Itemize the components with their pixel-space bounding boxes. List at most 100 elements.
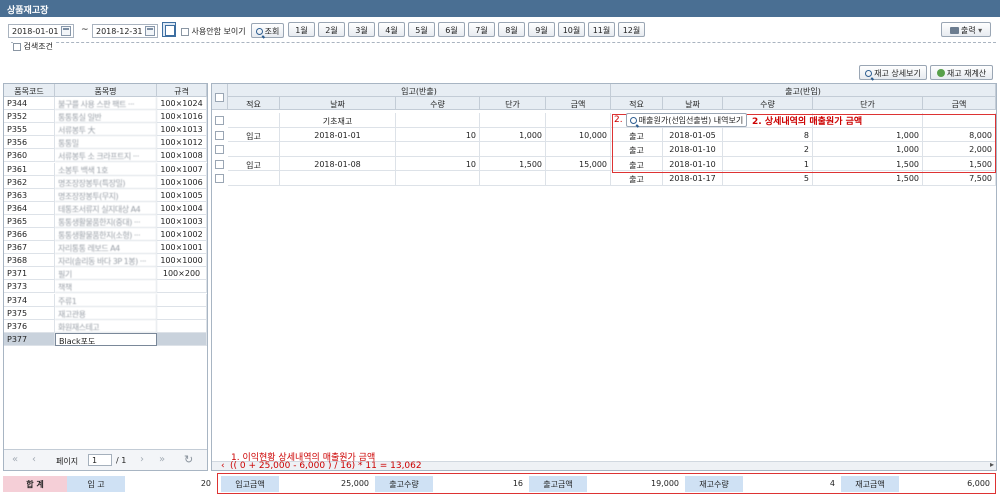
in-cell[interactable] (480, 171, 546, 186)
in-cell[interactable]: 10 (396, 127, 480, 142)
month-button-6[interactable]: 6월 (438, 22, 465, 37)
product-code-cell[interactable]: P371 (4, 267, 55, 281)
product-name-cell[interactable]: 불구를 사용 스판 팩트 ··· (55, 97, 157, 111)
stock-recalc-button[interactable]: 재고 재계산 (930, 65, 993, 80)
month-button-12[interactable]: 12월 (618, 22, 645, 37)
out-col-header[interactable]: 수량 (723, 97, 813, 110)
out-col-header[interactable]: 날짜 (663, 97, 723, 110)
calendar-icon[interactable] (61, 26, 71, 36)
last-page-icon[interactable]: » (159, 454, 165, 465)
product-name-cell[interactable]: Black포도 (55, 332, 157, 346)
prev-page-icon[interactable]: ‹ (32, 454, 36, 465)
print-button[interactable]: 출력 ▾ (941, 22, 991, 37)
in-cell[interactable] (280, 171, 396, 186)
in-cell[interactable] (396, 171, 480, 186)
product-name-cell[interactable]: 책책 (55, 280, 157, 294)
refresh-icon[interactable]: ↻ (184, 453, 193, 466)
in-cell[interactable]: 10,000 (546, 127, 611, 142)
calendar-icon[interactable] (145, 26, 155, 36)
out-col-header[interactable]: 단가 (813, 97, 923, 110)
in-col-header[interactable]: 단가 (480, 97, 546, 110)
in-cell[interactable]: 2018-01-08 (280, 156, 396, 171)
in-cell[interactable] (396, 113, 480, 128)
product-name-cell[interactable]: 명조장장봉투(특장밀) (55, 175, 157, 189)
product-code-cell[interactable]: P368 (4, 254, 55, 268)
month-button-5[interactable]: 5월 (408, 22, 435, 37)
row-checkbox[interactable] (215, 116, 224, 125)
row-checkbox[interactable] (215, 130, 224, 140)
product-name-cell[interactable]: 화원재스테고 (55, 319, 157, 333)
month-button-10[interactable]: 10월 (558, 22, 585, 37)
in-cell[interactable]: 입고 (228, 156, 280, 171)
month-button-4[interactable]: 4월 (378, 22, 405, 37)
in-col-header[interactable]: 날짜 (280, 97, 396, 110)
product-code-cell[interactable]: P377 (4, 332, 55, 346)
product-spec-cell[interactable]: 100×1012 (157, 136, 207, 150)
in-cell[interactable]: 1,000 (480, 127, 546, 142)
row-checkbox[interactable] (215, 159, 224, 169)
product-name-cell[interactable]: 명조장장봉투(무지) (55, 188, 157, 202)
product-code-cell[interactable]: P367 (4, 241, 55, 255)
out-cell[interactable]: 7,500 (923, 171, 996, 186)
product-spec-cell[interactable] (157, 280, 207, 294)
month-button-8[interactable]: 8월 (498, 22, 525, 37)
in-col-header[interactable]: 적요 (228, 97, 280, 110)
product-spec-cell[interactable]: 100×1016 (157, 110, 207, 124)
product-spec-cell[interactable]: 100×1000 (157, 254, 207, 268)
in-col-header[interactable]: 수량 (396, 97, 480, 110)
in-cell[interactable] (480, 113, 546, 128)
out-cell[interactable]: 2018-01-17 (663, 171, 723, 186)
month-button-3[interactable]: 3월 (348, 22, 375, 37)
product-name-cell[interactable]: 서류봉투 大 (55, 123, 157, 137)
month-button-11[interactable]: 11월 (588, 22, 615, 37)
product-spec-cell[interactable]: 100×1005 (157, 188, 207, 202)
product-name-cell[interactable]: 재고관용 (55, 306, 157, 320)
product-code-cell[interactable]: P355 (4, 123, 55, 137)
product-code-cell[interactable]: P356 (4, 136, 55, 150)
in-cell[interactable]: 15,000 (546, 156, 611, 171)
month-button-9[interactable]: 9월 (528, 22, 555, 37)
product-name-cell[interactable]: 테통조서류지 실지대상 A4 (55, 201, 157, 215)
product-spec-cell[interactable]: 100×1007 (157, 162, 207, 176)
scroll-right-icon[interactable]: ▸ (990, 460, 994, 469)
product-name-cell[interactable]: 자리통통 레보드 A4 (55, 241, 157, 255)
product-spec-cell[interactable]: 100×1001 (157, 241, 207, 255)
search-condition-toggle[interactable]: 검색조건 (13, 41, 55, 52)
product-spec-cell[interactable]: 100×1002 (157, 228, 207, 242)
product-code-cell[interactable]: P373 (4, 280, 55, 294)
product-spec-cell[interactable] (157, 293, 207, 307)
select-all-checkbox[interactable] (215, 93, 224, 102)
product-code-cell[interactable]: P363 (4, 188, 55, 202)
product-code-cell[interactable]: P362 (4, 175, 55, 189)
col-header-spec[interactable]: 규격 (157, 84, 207, 97)
product-name-cell[interactable]: 통통통실 일반 (55, 110, 157, 124)
product-code-cell[interactable]: P352 (4, 110, 55, 124)
show-unused-checkbox[interactable] (181, 27, 189, 36)
search-condition-checkbox[interactable] (13, 42, 21, 51)
in-cell[interactable] (228, 171, 280, 186)
product-spec-cell[interactable] (157, 319, 207, 333)
in-cell[interactable]: 2018-01-01 (280, 127, 396, 142)
col-header-code[interactable]: 품목코드 (4, 84, 55, 97)
product-code-cell[interactable]: P364 (4, 201, 55, 215)
product-code-cell[interactable]: P361 (4, 162, 55, 176)
in-cell[interactable] (396, 142, 480, 157)
month-button-1[interactable]: 1월 (288, 22, 315, 37)
product-code-cell[interactable]: P360 (4, 149, 55, 163)
in-cell[interactable] (546, 113, 611, 128)
product-code-cell[interactable]: P366 (4, 228, 55, 242)
product-spec-cell[interactable] (157, 332, 207, 346)
in-cell[interactable] (480, 142, 546, 157)
row-checkbox[interactable] (215, 145, 224, 154)
month-button-7[interactable]: 7월 (468, 22, 495, 37)
product-code-cell[interactable]: P375 (4, 306, 55, 320)
cogs-detail-button[interactable]: 매출원가(선입선출법) 내역보기 (626, 113, 747, 127)
product-spec-cell[interactable]: 100×1004 (157, 201, 207, 215)
product-name-cell[interactable]: 통통밀 (55, 136, 157, 150)
in-cell[interactable] (280, 142, 396, 157)
product-name-cell[interactable]: 통통생활물품한지(중대) ··· (55, 214, 157, 228)
next-page-icon[interactable]: › (140, 454, 144, 465)
in-cell[interactable]: 1,500 (480, 156, 546, 171)
out-col-header[interactable]: 금액 (923, 97, 996, 110)
product-name-cell[interactable]: 소봉투 백색 1호 (55, 162, 157, 176)
